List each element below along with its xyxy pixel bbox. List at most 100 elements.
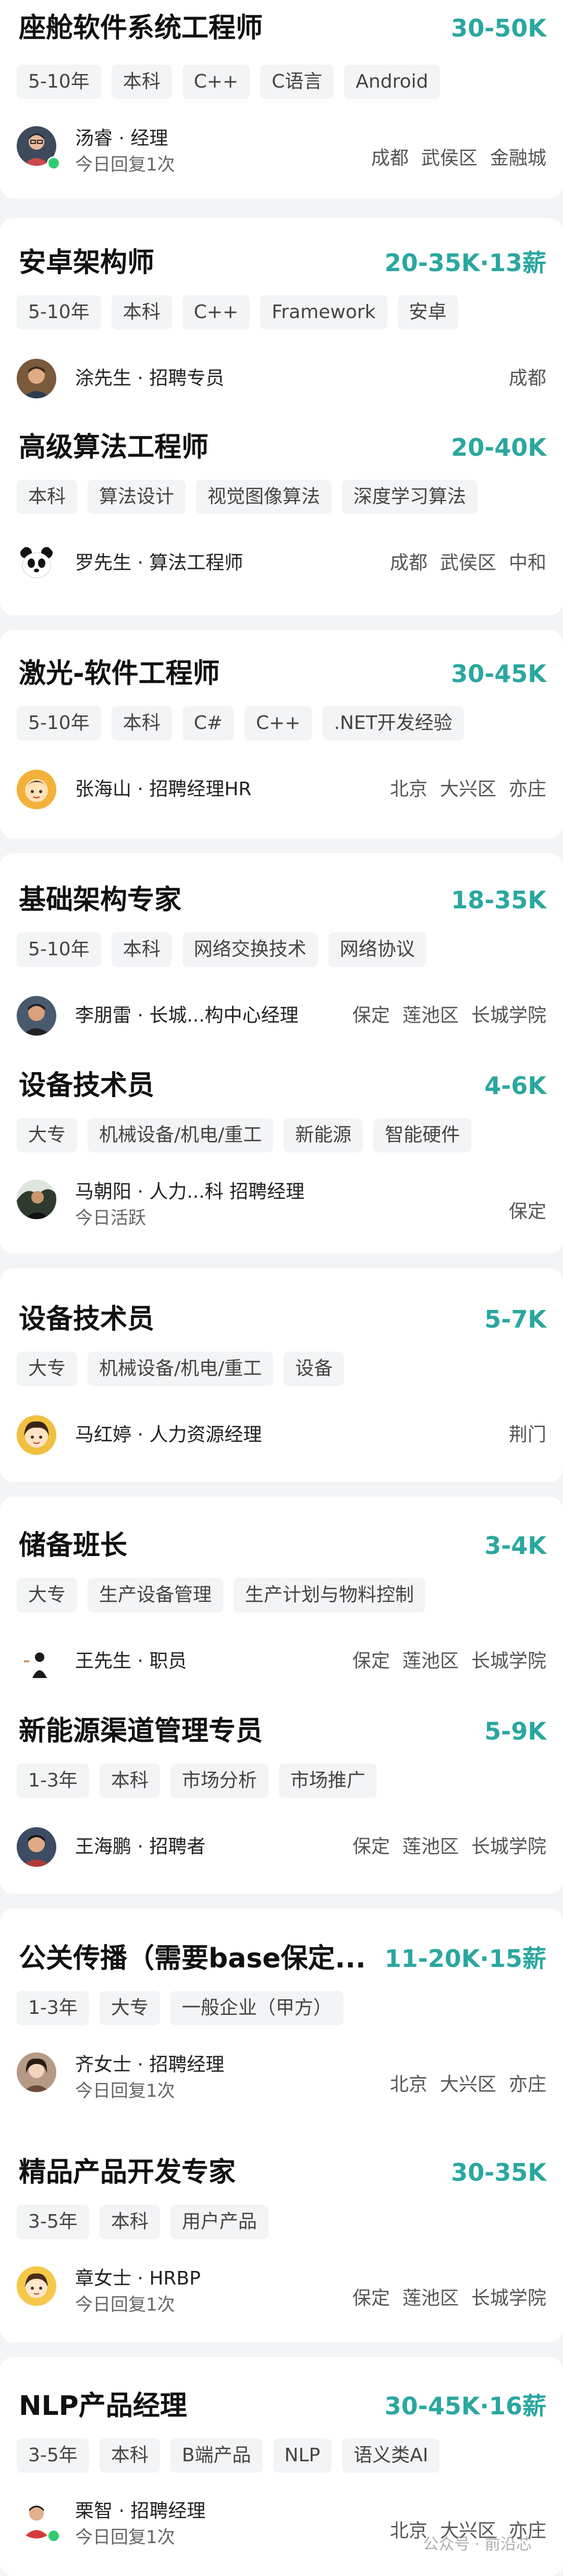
job-title[interactable]: 基础架构专家: [19, 881, 181, 919]
job-title[interactable]: 储备班长: [19, 1527, 127, 1564]
recruiter-name: 张海山 · 招聘经理HR: [75, 779, 252, 800]
tag-list: 5-10年 本科 C# C++ .NET开发经验: [17, 706, 464, 740]
job-location: 保定 莲池区 长城学院: [352, 1650, 546, 1672]
tag: 本科: [99, 1764, 160, 1798]
avatar: [17, 770, 56, 809]
tag: 一般企业（甲方）: [170, 1991, 344, 2025]
recruiter-row[interactable]: 张海山 · 招聘经理HR 北京 大兴区 亦庄: [17, 765, 546, 812]
job-location: 保定 莲池区 长城学院: [352, 1836, 546, 1857]
job-title[interactable]: 座舱软件系统工程师: [19, 9, 263, 47]
job-title[interactable]: 精品产品开发专家: [19, 2154, 236, 2191]
tag-list: 1-3年 本科 市场分析 市场推广: [17, 1764, 377, 1798]
watermark: 公众号 · 前沿芯: [423, 2535, 532, 2554]
job-listing[interactable]: NLP产品经理 30-45K·16薪 3-5年 本科 B端产品 NLP 语义类A…: [0, 2387, 563, 2548]
job-listing[interactable]: 安卓架构师 20-35K·13薪 5-10年 本科 C++ Framework …: [0, 244, 563, 398]
tag: Android: [344, 65, 440, 99]
recruiter-row[interactable]: 马红婷 · 人力资源经理 荆门: [17, 1411, 546, 1458]
recruiter-name: 李朋雷 · 长城...构中心经理: [75, 1005, 299, 1026]
job-title[interactable]: NLP产品经理: [19, 2387, 187, 2425]
recruiter-row[interactable]: 王先生 · 职员 保定 莲池区 长城学院: [17, 1637, 546, 1684]
recruiter-status: 今日回复1次: [75, 2081, 175, 2101]
recruiter-status: 今日活跃: [75, 1208, 146, 1229]
tag: 语义类AI: [342, 2438, 440, 2473]
tag: 安卓: [397, 295, 458, 330]
tag: 本科: [17, 480, 78, 514]
recruiter-name: 罗先生 · 算法工程师: [75, 552, 243, 574]
job-listing[interactable]: 新能源渠道管理专员 5-9K 1-3年 本科 市场分析 市场推广 王海鹏 · 招…: [0, 1712, 563, 1867]
salary: 30-50K: [451, 14, 546, 42]
salary: 5-9K: [484, 1717, 546, 1745]
tag: Framework: [260, 295, 387, 330]
salary: 20-35K·13薪: [384, 249, 546, 277]
recruiter-row[interactable]: 涂先生 · 招聘专员 成都: [17, 355, 546, 402]
recruiter-name: 王海鹏 · 招聘者: [75, 1836, 206, 1857]
tag-list: 5-10年 本科 C++ C语言 Android: [17, 65, 440, 99]
recruiter-row[interactable]: 李朋雷 · 长城...构中心经理 保定 莲池区 长城学院: [17, 992, 546, 1039]
job-location: 北京 大兴区 亦庄: [389, 779, 546, 800]
tag: 本科: [99, 2205, 160, 2239]
job-title[interactable]: 公关传播（需要base保定...: [19, 1940, 366, 1977]
job-location: 保定 莲池区 长城学院: [352, 1005, 546, 1026]
tag-list: 1-3年 大专 一般企业（甲方）: [17, 1991, 344, 2025]
job-title[interactable]: 新能源渠道管理专员: [19, 1712, 263, 1750]
tag: 大专: [17, 1352, 78, 1386]
job-title[interactable]: 设备技术员: [19, 1301, 154, 1338]
recruiter-row[interactable]: 汤睿 · 经理 今日回复1次 成都 武侯区 金融城: [17, 122, 546, 175]
salary: 4-6K: [484, 1072, 546, 1100]
job-title[interactable]: 安卓架构师: [19, 244, 154, 282]
job-title[interactable]: 高级算法工程师: [19, 429, 209, 466]
salary: 20-40K: [451, 433, 546, 461]
tag: 本科: [111, 932, 172, 967]
avatar: [17, 1180, 56, 1219]
job-listing[interactable]: 基础架构专家 18-35K 5-10年 本科 网络交换技术 网络协议 李朋雷 ·…: [0, 881, 563, 1036]
recruiter-row[interactable]: 罗先生 · 算法工程师 成都 武侯区 中和: [17, 539, 546, 586]
tag: 网络协议: [328, 932, 426, 967]
tag: 用户产品: [170, 2205, 268, 2239]
recruiter-status: 今日回复1次: [75, 154, 175, 175]
tag: 大专: [17, 1578, 78, 1612]
tag: 5-10年: [17, 295, 101, 330]
tag: 机械设备/机电/重工: [88, 1118, 274, 1152]
job-location: 成都 武侯区 金融城: [371, 148, 546, 169]
salary: 5-7K: [484, 1305, 546, 1333]
tag-list: 大专 机械设备/机电/重工 新能源 智能硬件: [17, 1118, 472, 1152]
tag: 1-3年: [17, 1991, 89, 2025]
job-title[interactable]: 设备技术员: [19, 1067, 154, 1104]
tag: 市场分析: [170, 1764, 268, 1798]
recruiter-row[interactable]: 王海鹏 · 招聘者 保定 莲池区 长城学院: [17, 1823, 546, 1870]
tag: 机械设备/机电/重工: [88, 1352, 274, 1386]
salary: 11-20K·15薪: [384, 1945, 546, 1973]
recruiter-row[interactable]: 齐女士 · 招聘经理 今日回复1次 北京 大兴区 亦庄: [17, 2048, 546, 2101]
tag: 5-10年: [17, 65, 101, 99]
recruiter-name: 汤睿 · 经理: [75, 128, 168, 149]
job-location: 荆门: [508, 1424, 546, 1445]
tag-list: 5-10年 本科 C++ Framework 安卓: [17, 295, 458, 330]
job-location: 北京 大兴区 亦庄: [389, 2074, 546, 2095]
avatar: [17, 359, 56, 398]
recruiter-row[interactable]: 章女士 · HRBP 今日回复1次 保定 莲池区 长城学院: [17, 2262, 546, 2315]
recruiter-name: 马红婷 · 人力资源经理: [75, 1424, 262, 1445]
tag-list: 3-5年 本科 B端产品 NLP 语义类AI: [17, 2438, 440, 2473]
job-listing[interactable]: 座舱软件系统工程师 30-50K 5-10年 本科 C++ C语言 Androi…: [0, 9, 563, 175]
tag: NLP: [273, 2438, 332, 2473]
tag: 3-5年: [17, 2438, 89, 2473]
job-title[interactable]: 激光-软件工程师: [19, 655, 220, 692]
tag-list: 大专 生产设备管理 生产计划与物料控制: [17, 1578, 426, 1612]
tag: 生产设备管理: [88, 1578, 224, 1612]
tag-list: 本科 算法设计 视觉图像算法 深度学习算法: [17, 480, 478, 514]
tag: 设备: [284, 1352, 345, 1386]
tag: 1-3年: [17, 1764, 89, 1798]
job-location: 保定 莲池区 长城学院: [352, 2288, 546, 2309]
tag-list: 5-10年 本科 网络交换技术 网络协议: [17, 932, 426, 967]
tag-list: 大专 机械设备/机电/重工 设备: [17, 1352, 345, 1386]
job-location: 成都: [508, 368, 546, 389]
avatar: [17, 1642, 56, 1681]
panda-avatar: [17, 543, 56, 583]
avatar: [17, 1415, 56, 1455]
tag: 本科: [111, 65, 172, 99]
recruiter-status: 今日回复1次: [75, 2294, 175, 2315]
tag: 3-5年: [17, 2205, 89, 2239]
recruiter-row[interactable]: 马朝阳 · 人力...科 招聘经理 今日活跃 保定: [17, 1175, 546, 1229]
tag: 生产计划与物料控制: [234, 1578, 426, 1612]
avatar: [17, 996, 56, 1036]
